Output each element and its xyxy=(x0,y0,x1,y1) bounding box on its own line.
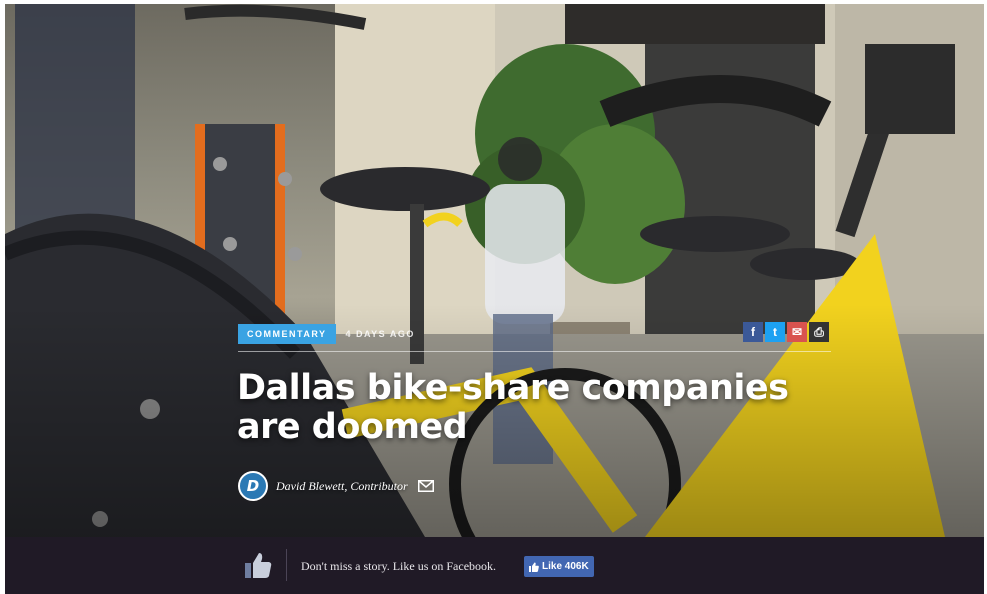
article-headline: Dallas bike-share companies are doomed xyxy=(237,368,789,447)
email-icon[interactable]: ✉ xyxy=(787,322,807,342)
print-icon[interactable]: ⎙ xyxy=(809,322,829,342)
publication-logo: D xyxy=(238,471,268,501)
promo-text: Don't miss a story. Like us on Facebook. xyxy=(301,559,497,573)
article-age: 4 DAYS AGO xyxy=(345,329,415,339)
page: COMMENTARY 4 DAYS AGO f t ✉ ⎙ Dallas bik… xyxy=(5,4,984,594)
article-meta: COMMENTARY 4 DAYS AGO xyxy=(238,324,415,344)
facebook-like-button[interactable]: Like 406K xyxy=(524,556,594,577)
facebook-icon[interactable]: f xyxy=(743,322,763,342)
byline: D David Blewett, Contributor xyxy=(238,471,434,501)
category-tag[interactable]: COMMENTARY xyxy=(238,324,336,344)
like-count: Like 406K xyxy=(542,561,589,572)
twitter-icon[interactable]: t xyxy=(765,322,785,342)
facebook-promo-bar: Don't miss a story. Like us on Facebook.… xyxy=(5,537,984,594)
thumbs-up-icon xyxy=(244,551,272,584)
email-author-icon[interactable] xyxy=(417,480,434,492)
promo-divider xyxy=(286,549,287,581)
divider xyxy=(238,351,831,352)
like-thumb-icon xyxy=(529,562,539,572)
author-name[interactable]: David Blewett, Contributor xyxy=(276,479,408,494)
hero-photo: COMMENTARY 4 DAYS AGO f t ✉ ⎙ Dallas bik… xyxy=(5,4,984,537)
bike-photo-illustration xyxy=(5,4,984,537)
share-buttons: f t ✉ ⎙ xyxy=(743,322,829,342)
